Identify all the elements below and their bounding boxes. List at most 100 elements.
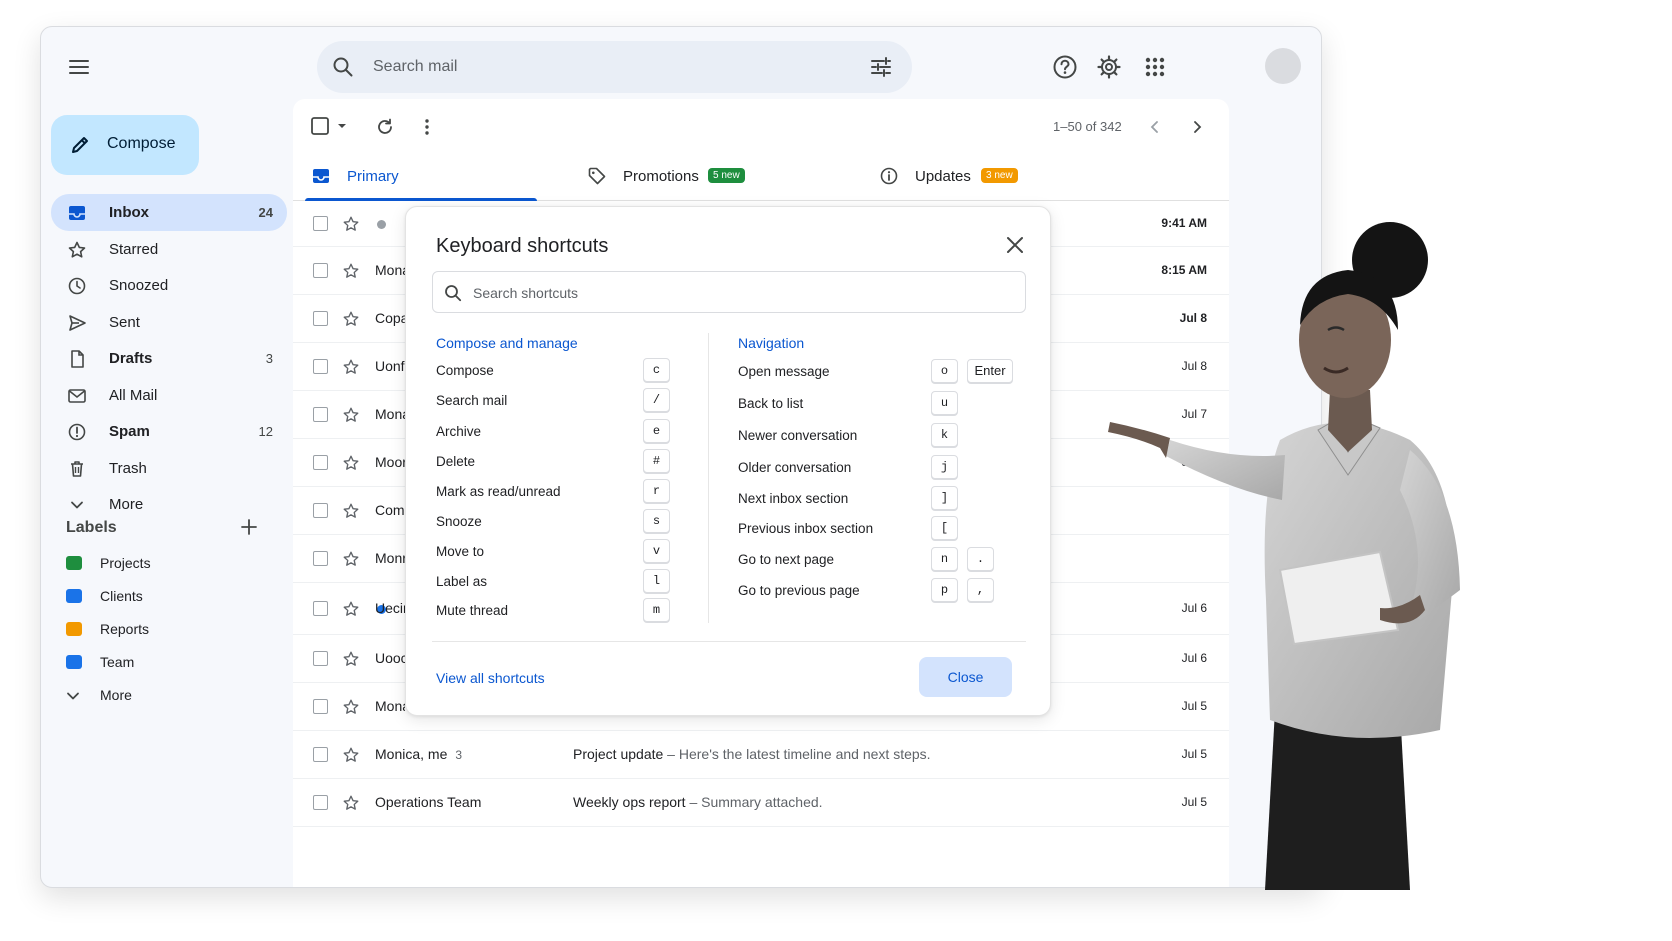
search-icon (333, 57, 353, 77)
sidebar-item-label: Trash (109, 459, 147, 477)
star-icon[interactable] (342, 794, 360, 812)
avatar[interactable] (1265, 48, 1301, 84)
shortcut-label: Delete (436, 454, 476, 469)
newer-page-button[interactable] (1147, 119, 1163, 135)
apps-button[interactable] (1141, 53, 1169, 81)
email-snippet: – Here's the latest timeline and next st… (663, 746, 931, 762)
presenter-illustration (1108, 222, 1460, 890)
row-checkbox[interactable] (313, 407, 328, 422)
row-checkbox[interactable] (313, 216, 328, 231)
sidebar-item-inbox[interactable]: Inbox 24 (51, 194, 287, 231)
star-icon[interactable] (342, 600, 360, 618)
row-checkbox[interactable] (313, 503, 328, 518)
draft-count: 3 (265, 351, 273, 366)
trash-icon (71, 460, 83, 477)
sidebar-item-starred[interactable]: Starred (51, 231, 287, 268)
chevron-down-icon (71, 501, 83, 509)
shortcut-key: Enter (967, 359, 1013, 383)
shortcut-search-input[interactable]: Search shortcuts (432, 271, 1026, 313)
star-icon[interactable] (342, 454, 360, 472)
sender-name: Moor (375, 454, 405, 470)
shortcut-label: Older conversation (738, 460, 852, 475)
star-icon[interactable] (342, 746, 360, 764)
send-icon (69, 314, 86, 331)
footer-divider (432, 641, 1026, 642)
row-checkbox[interactable] (313, 263, 328, 278)
shortcut-label: Go to previous page (738, 583, 860, 598)
label-color-swatch (66, 556, 82, 570)
row-checkbox[interactable] (313, 699, 328, 714)
gear-icon (1097, 55, 1121, 79)
sidebar-item-trash[interactable]: Trash (51, 450, 287, 487)
sidebar-item-drafts[interactable]: Drafts 3 (51, 340, 287, 377)
star-icon[interactable] (342, 406, 360, 424)
sidebar-item-snoozed[interactable]: Snoozed (51, 267, 287, 304)
select-all-checkbox[interactable] (311, 117, 351, 135)
more-actions-button[interactable] (417, 117, 437, 137)
shortcut-key: c (643, 358, 670, 382)
refresh-button[interactable] (375, 117, 395, 137)
email-snippet: – Summary attached. (685, 794, 823, 810)
close-button[interactable]: Close (919, 657, 1012, 697)
section-heading-compose: Compose and manage (436, 335, 578, 351)
plus-icon (241, 519, 257, 535)
tab-promotions[interactable]: Promotions 5 new (587, 151, 787, 201)
search-bar[interactable]: Search mail (317, 41, 912, 93)
sender-name: Uooc (375, 650, 405, 666)
pagination-text: 1–50 of 342 (1053, 119, 1122, 134)
row-checkbox[interactable] (313, 551, 328, 566)
sidebar-item-label: More (109, 496, 144, 513)
unread-dot (377, 220, 386, 229)
star-icon[interactable] (342, 310, 360, 328)
create-label-button[interactable] (239, 517, 259, 537)
search-input[interactable]: Search mail (373, 58, 457, 76)
inbox-icon (69, 206, 85, 220)
shortcut-key: n (931, 547, 958, 571)
shortcut-label: Go to next page (738, 552, 835, 567)
tab-primary[interactable]: Primary (311, 151, 537, 201)
tab-label: Updates (915, 168, 971, 185)
shortcut-key: p (931, 578, 958, 602)
star-icon[interactable] (342, 358, 360, 376)
chevron-right-icon (1194, 121, 1202, 133)
row-checkbox[interactable] (313, 651, 328, 666)
star-icon[interactable] (342, 502, 360, 520)
main-menu-button[interactable] (65, 53, 93, 81)
shortcut-key: l (643, 569, 670, 593)
row-checkbox[interactable] (313, 455, 328, 470)
new-count-badge: 5 new (708, 168, 745, 183)
shortcut-label: Search mail (436, 393, 508, 408)
sidebar-item-spam[interactable]: Spam 12 (51, 413, 287, 450)
star-icon[interactable] (342, 650, 360, 668)
star-icon[interactable] (342, 215, 360, 233)
dialog-title: Keyboard shortcuts (436, 235, 609, 257)
star-icon[interactable] (342, 698, 360, 716)
row-checkbox[interactable] (313, 601, 328, 616)
section-heading-navigation: Navigation (738, 335, 805, 351)
shortcut-key: . (967, 547, 994, 571)
row-checkbox[interactable] (313, 795, 328, 810)
shortcut-label: Mark as read/unread (436, 484, 561, 499)
view-all-shortcuts-link[interactable]: View all shortcuts (436, 670, 545, 686)
row-checkbox[interactable] (313, 747, 328, 762)
sidebar-item-label: Starred (109, 240, 159, 258)
star-icon[interactable] (342, 550, 360, 568)
sender-name: Uonf (375, 358, 405, 374)
sidebar-item-sent[interactable]: Sent (51, 304, 287, 341)
star-icon[interactable] (342, 262, 360, 280)
row-checkbox[interactable] (313, 359, 328, 374)
compose-button[interactable]: Compose (51, 115, 199, 175)
subject-line: Project update – Here's the latest timel… (573, 746, 931, 762)
dialog-close-button[interactable] (1004, 234, 1026, 256)
sidebar-item-all-mail[interactable]: All Mail (51, 377, 287, 414)
tab-updates[interactable]: Updates 3 new (879, 151, 1079, 201)
older-page-button[interactable] (1189, 119, 1205, 135)
email-subject: Project update (573, 746, 664, 762)
new-count-badge: 3 new (981, 168, 1018, 183)
row-checkbox[interactable] (313, 311, 328, 326)
shortcut-key: e (643, 419, 670, 443)
support-button[interactable] (1051, 53, 1079, 81)
labels-more-label: More (100, 687, 132, 703)
settings-button[interactable] (1095, 53, 1123, 81)
shortcut-key: r (643, 479, 670, 503)
